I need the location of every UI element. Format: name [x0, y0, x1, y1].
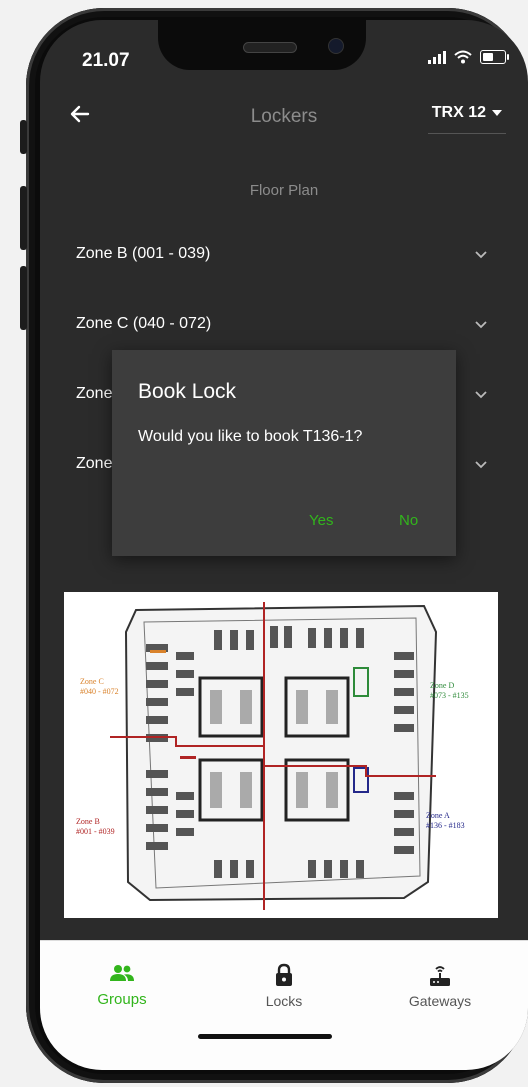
tab-gateways[interactable]: Gateways	[380, 963, 500, 1009]
caret-down-icon	[492, 110, 502, 116]
battery-icon	[480, 50, 509, 64]
map-zone-c-range: #040 - #072	[80, 687, 119, 696]
chevron-down-icon	[475, 321, 487, 329]
site-selector[interactable]: TRX 12	[432, 104, 502, 122]
tab-groups[interactable]: Groups	[62, 963, 182, 1008]
zone-label: Zone C (040 - 072)	[76, 315, 212, 332]
floor-plan-drawing: Zone C #040 - #072 Zone D #073 - #135 Zo…	[76, 602, 469, 910]
notch	[158, 20, 366, 70]
groups-icon	[110, 965, 134, 981]
map-zone-a-range: #136 - #183	[426, 821, 465, 830]
status-time: 21.07	[82, 50, 130, 71]
status-icons	[428, 50, 509, 64]
floor-plan-map[interactable]: Zone C #040 - #072 Zone D #073 - #135 Zo…	[64, 592, 498, 918]
map-zone-b-name: Zone B	[76, 817, 100, 826]
map-zone-a-name: Zone A	[426, 811, 450, 820]
yes-button[interactable]: Yes	[309, 512, 333, 529]
speaker-grille	[243, 42, 297, 53]
chevron-down-icon	[475, 251, 487, 259]
chevron-down-icon	[475, 391, 487, 399]
app-screen: 21.07 Lockers TRX 12 Floor Plan Zone B (…	[40, 20, 528, 1070]
chevron-down-icon	[475, 461, 487, 469]
map-zone-c-name: Zone C	[80, 677, 104, 686]
book-lock-dialog: Book Lock Would you like to book T136-1?…	[112, 350, 456, 556]
tab-locks-label: Locks	[265, 993, 303, 1009]
signal-icon	[428, 50, 446, 64]
map-zone-d-range: #073 - #135	[430, 691, 469, 700]
zone-label: Zone B (001 - 039)	[76, 245, 211, 262]
tab-groups-label: Groups	[97, 991, 147, 1008]
dialog-message: Would you like to book T136-1?	[138, 428, 363, 445]
site-selector-label: TRX 12	[431, 104, 486, 121]
dialog-title: Book Lock	[138, 380, 237, 403]
tab-locks[interactable]: Locks	[224, 963, 344, 1009]
gateway-icon	[430, 966, 450, 986]
wifi-icon	[454, 50, 472, 64]
no-button[interactable]: No	[399, 512, 418, 529]
map-zone-d-name: Zone D	[430, 681, 454, 690]
phone-mute-switch	[20, 120, 27, 154]
phone-volume-up	[20, 186, 27, 250]
floor-plan-label: Floor Plan	[249, 182, 319, 199]
home-indicator[interactable]	[198, 1034, 332, 1039]
map-zone-b-range: #001 - #039	[76, 827, 115, 836]
camera-icon	[328, 38, 344, 54]
zone-row-b[interactable]: Zone B (001 - 039)	[76, 240, 488, 268]
lock-icon	[276, 963, 292, 986]
tab-gateways-label: Gateways	[408, 993, 472, 1009]
bottom-tab-bar: Groups Locks Gateways	[40, 940, 528, 1070]
phone-volume-down	[20, 266, 27, 330]
selector-underline	[428, 133, 506, 134]
zone-row-c[interactable]: Zone C (040 - 072)	[76, 310, 488, 338]
